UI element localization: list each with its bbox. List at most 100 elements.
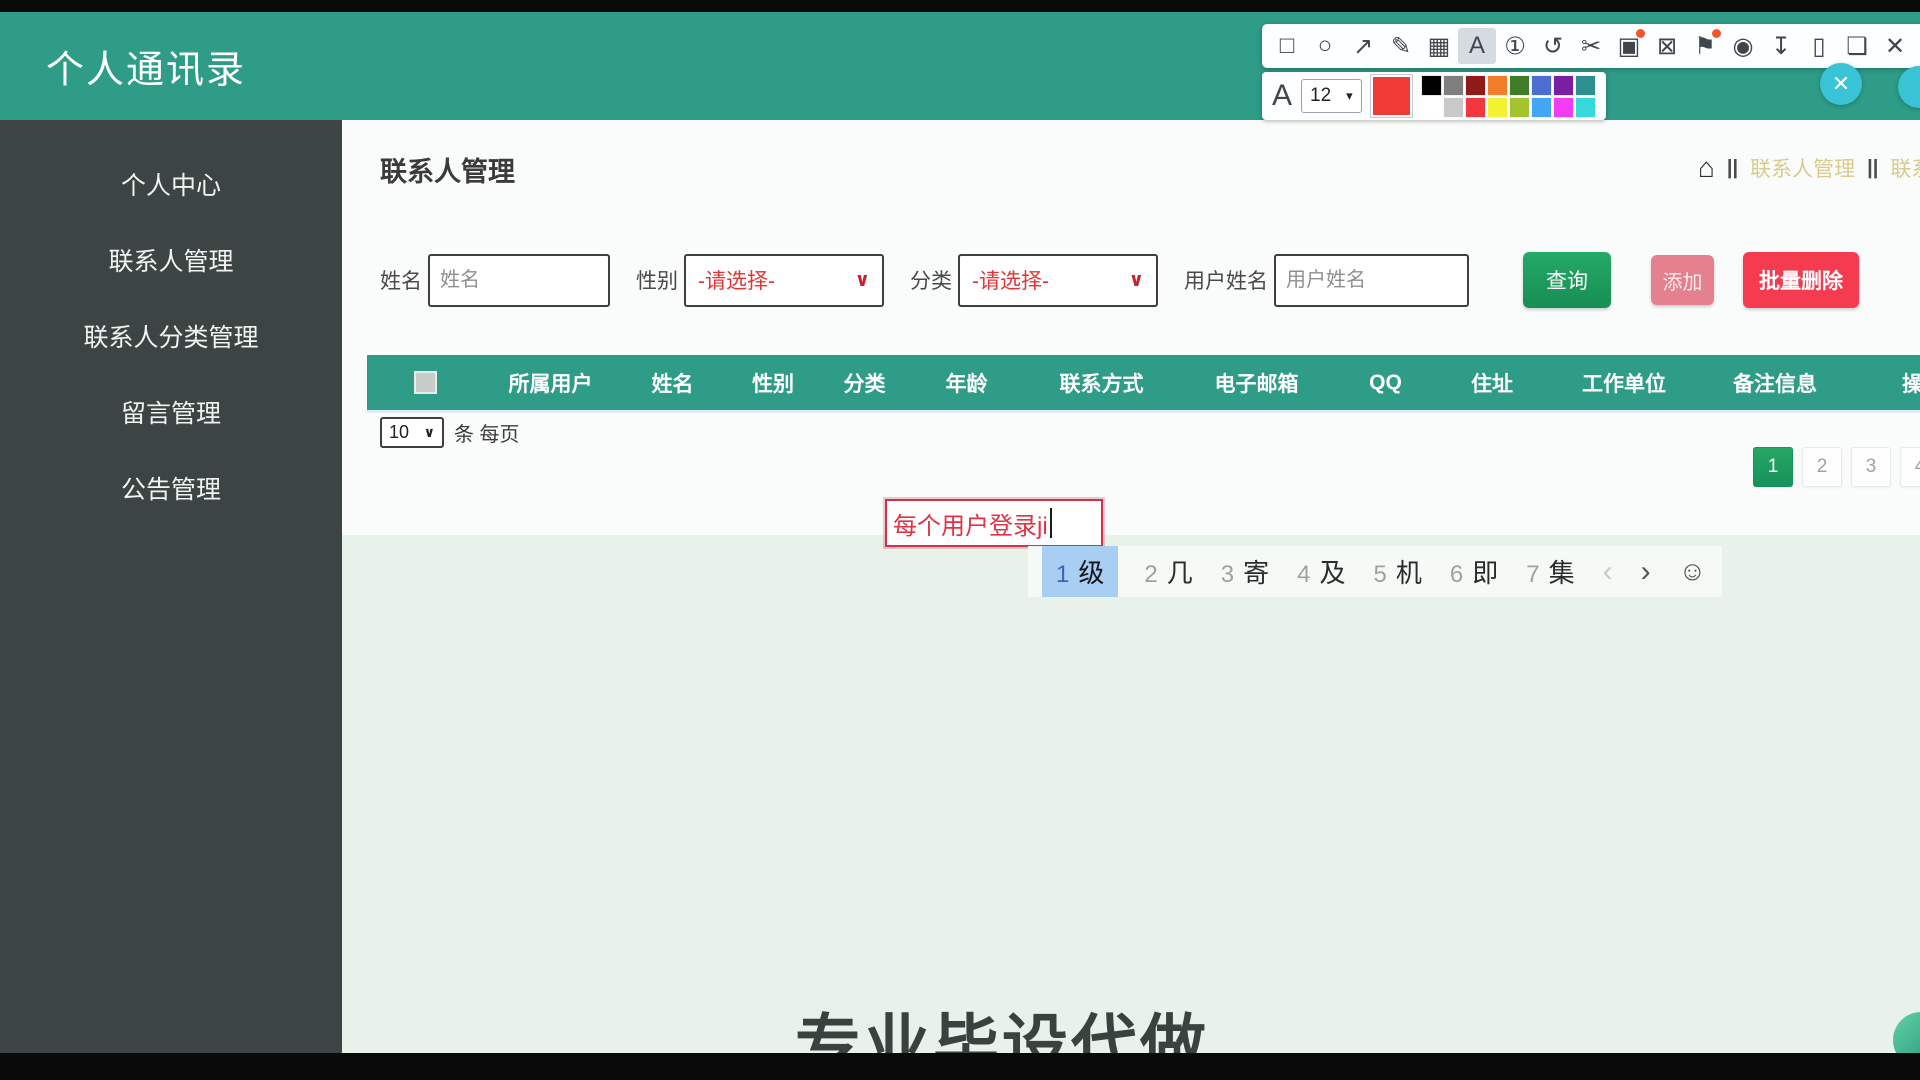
table-header-underline <box>367 410 1920 413</box>
palette-color[interactable] <box>1553 97 1574 118</box>
query-button[interactable]: 查询 <box>1523 252 1611 308</box>
text-style-toolbar: A 12 ▾ <box>1262 72 1606 120</box>
palette-color[interactable] <box>1575 75 1596 96</box>
chevron-down-icon: ▾ <box>1346 88 1353 104</box>
counter-tool-icon[interactable]: ① <box>1496 28 1534 64</box>
palette-color[interactable] <box>1575 97 1596 118</box>
download-icon[interactable]: ↧ <box>1762 28 1800 64</box>
candidate-text: 集 <box>1549 553 1575 590</box>
breadcrumb-item-current[interactable]: 联系人管理 <box>1890 153 1920 183</box>
ime-composition-box[interactable]: 每个用户登录ji <box>885 499 1103 547</box>
ellipse-tool-icon[interactable]: ○ <box>1306 28 1344 64</box>
page-size-select[interactable]: 10 ∨ <box>380 417 444 448</box>
ime-candidate-selected[interactable]: 1 级 <box>1042 546 1118 597</box>
home-icon[interactable]: ⌂ <box>1698 152 1715 184</box>
breadcrumb-separator: || <box>1727 157 1738 180</box>
translate-icon[interactable]: ▣ <box>1610 28 1648 64</box>
candidate-text: 级 <box>1078 553 1104 590</box>
record-icon[interactable]: ◉ <box>1724 28 1762 64</box>
palette-color[interactable] <box>1553 75 1574 96</box>
palette-color[interactable] <box>1421 75 1442 96</box>
ime-candidate[interactable]: 5 机 <box>1374 553 1422 590</box>
pen-tool-icon[interactable]: ✎ <box>1382 28 1420 64</box>
column-header-actions: 操作 <box>1848 368 1920 398</box>
emoji-picker-icon[interactable]: ☺ <box>1679 556 1707 587</box>
add-button[interactable]: 添加 <box>1651 255 1714 305</box>
table-header-row: 所属用户 姓名 性别 分类 年龄 联系方式 电子邮箱 QQ 住址 工作单位 备注… <box>367 355 1920 410</box>
candidate-index: 1 <box>1056 561 1069 589</box>
font-size-select[interactable]: 12 ▾ <box>1301 79 1362 113</box>
content-panel <box>342 120 1920 535</box>
app-title: 个人通讯录 <box>46 39 246 94</box>
candidate-text: 即 <box>1472 553 1498 590</box>
breadcrumb: ⌂ || 联系人管理 || 联系人管理 <box>1698 152 1920 184</box>
candidate-index: 5 <box>1374 561 1387 589</box>
color-palette <box>1421 75 1596 118</box>
sidebar-item-message-management[interactable]: 留言管理 <box>0 374 342 450</box>
floating-close-button[interactable]: ✕ <box>1820 63 1862 105</box>
page-button-4[interactable]: 4 <box>1900 447 1920 487</box>
sidebar-item-contacts-management[interactable]: 联系人管理 <box>0 222 342 298</box>
palette-color[interactable] <box>1509 75 1530 96</box>
ime-candidate[interactable]: 4 及 <box>1297 553 1345 590</box>
breadcrumb-separator: || <box>1867 157 1878 180</box>
ime-candidate[interactable]: 6 即 <box>1450 553 1498 590</box>
gender-label: 性别 <box>636 265 678 295</box>
undo-icon[interactable]: ↺ <box>1534 28 1572 64</box>
close-icon[interactable]: ✕ <box>1876 28 1914 64</box>
font-icon: A <box>1272 79 1292 113</box>
bookmark-icon[interactable]: ❏ <box>1838 28 1876 64</box>
current-color-swatch[interactable] <box>1371 75 1412 117</box>
select-all-checkbox[interactable] <box>414 371 437 394</box>
mosaic-tool-icon[interactable]: ▦ <box>1420 28 1458 64</box>
arrow-tool-icon[interactable]: ↗ <box>1344 28 1382 64</box>
ime-candidate[interactable]: 7 集 <box>1526 553 1574 590</box>
column-header-qq: QQ <box>1333 371 1438 395</box>
palette-color[interactable] <box>1443 75 1464 96</box>
candidate-text: 几 <box>1167 553 1193 590</box>
pin-icon[interactable]: ⚑ <box>1686 28 1724 64</box>
sidebar-item-announcement-management[interactable]: 公告管理 <box>0 450 342 526</box>
sidebar-item-contact-category-management[interactable]: 联系人分类管理 <box>0 298 342 374</box>
page-button-1[interactable]: 1 <box>1753 447 1793 487</box>
sidebar-item-personal-center[interactable]: 个人中心 <box>0 146 342 222</box>
page-background <box>342 535 1920 1053</box>
gender-select-value: -请选择- <box>698 265 775 295</box>
candidate-index: 6 <box>1450 561 1463 589</box>
breadcrumb-item-contacts[interactable]: 联系人管理 <box>1750 153 1855 183</box>
ime-candidate[interactable]: 2 几 <box>1144 553 1192 590</box>
user-name-input[interactable] <box>1274 254 1469 307</box>
palette-color[interactable] <box>1531 75 1552 96</box>
palette-color[interactable] <box>1509 97 1530 118</box>
sidebar: 个人中心 联系人管理 联系人分类管理 留言管理 公告管理 <box>0 120 342 1053</box>
category-select[interactable]: -请选择- ∨ <box>958 254 1158 307</box>
rectangle-tool-icon[interactable]: □ <box>1268 28 1306 64</box>
column-header-email: 电子邮箱 <box>1180 368 1333 398</box>
select-all-cell <box>367 371 483 394</box>
region-capture-icon[interactable]: ✂ <box>1572 28 1610 64</box>
page-title: 联系人管理 <box>380 150 515 189</box>
text-tool-icon[interactable]: A <box>1458 28 1496 64</box>
page-button-3[interactable]: 3 <box>1851 447 1891 487</box>
ime-candidate[interactable]: 3 寄 <box>1221 553 1269 590</box>
palette-color[interactable] <box>1487 75 1508 96</box>
device-icon[interactable]: ▯ <box>1800 28 1838 64</box>
palette-color[interactable] <box>1465 75 1486 96</box>
palette-color[interactable] <box>1487 97 1508 118</box>
batch-delete-button[interactable]: 批量删除 <box>1743 252 1859 308</box>
candidate-next-arrow-icon[interactable]: › <box>1641 555 1651 589</box>
letterbox-top <box>0 0 1920 12</box>
palette-color[interactable] <box>1531 97 1552 118</box>
column-header-address: 住址 <box>1438 368 1546 398</box>
column-header-name: 姓名 <box>618 368 727 398</box>
candidate-index: 2 <box>1144 561 1157 589</box>
candidate-prev-arrow-icon[interactable]: ‹ <box>1603 555 1613 589</box>
palette-color[interactable] <box>1421 97 1442 118</box>
name-input[interactable] <box>428 254 610 307</box>
ocr-icon[interactable]: ⊠ <box>1648 28 1686 64</box>
page-button-2[interactable]: 2 <box>1802 447 1842 487</box>
gender-select[interactable]: -请选择- ∨ <box>684 254 884 307</box>
palette-color[interactable] <box>1443 97 1464 118</box>
palette-color[interactable] <box>1465 97 1486 118</box>
filter-bar: 姓名 性别 -请选择- ∨ 分类 -请选择- ∨ 用户姓名 查询 添加 批量删除 <box>380 252 1859 308</box>
